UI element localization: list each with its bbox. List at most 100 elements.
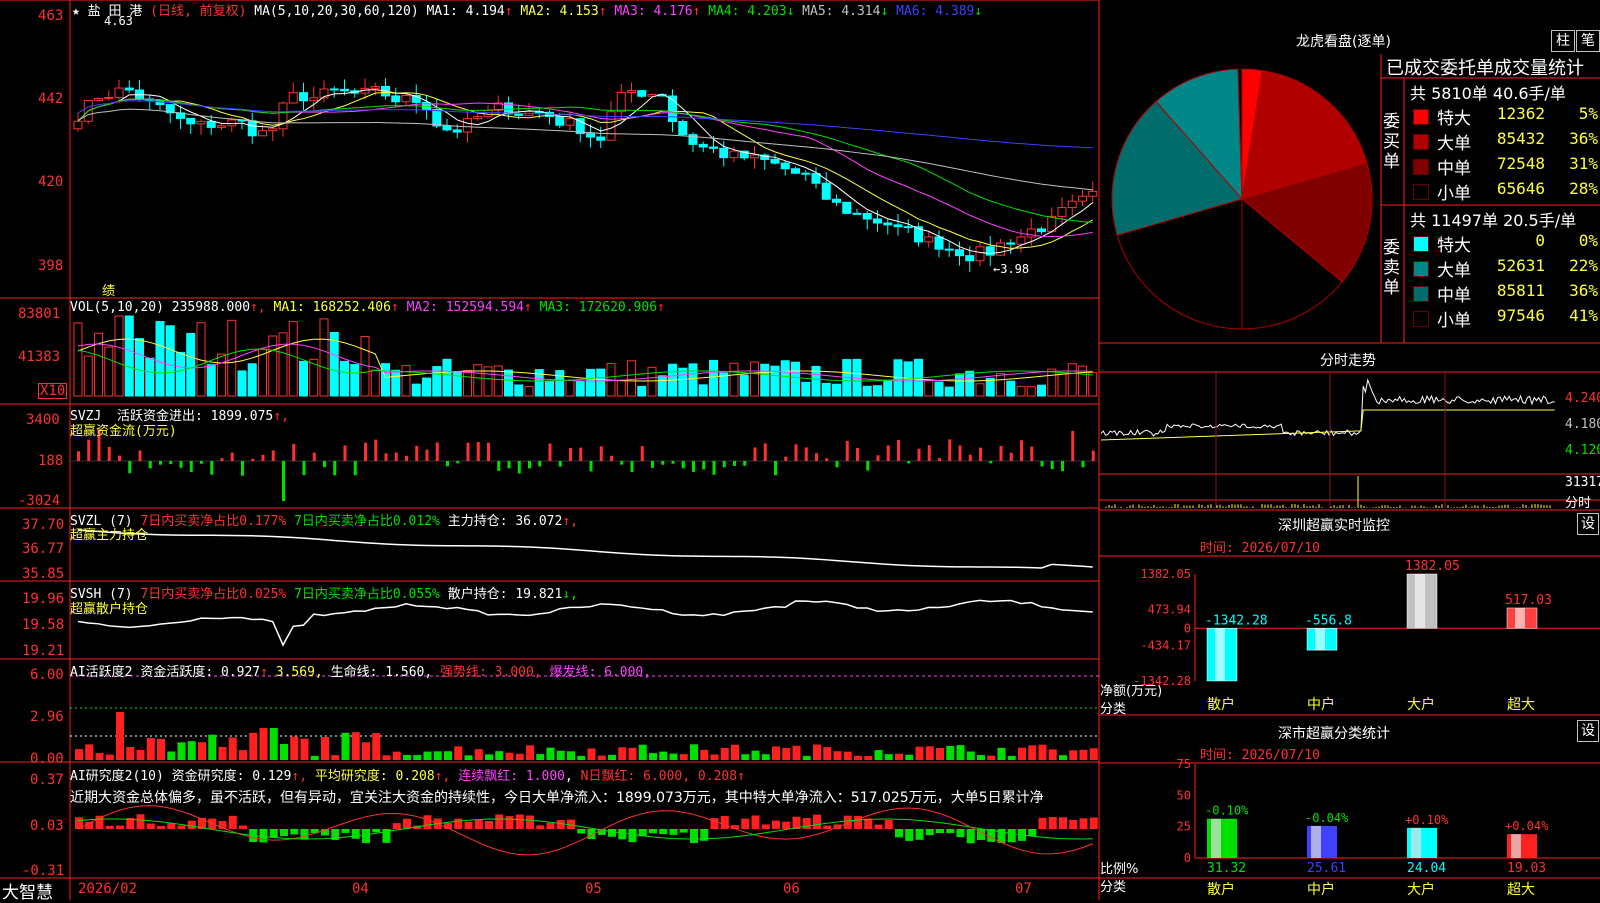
order-type: 大单 — [1437, 261, 1471, 281]
svzj-bar — [620, 461, 624, 465]
svzj-arrow: ↑, — [273, 409, 289, 424]
svzj-bar — [507, 461, 511, 469]
order-volume: 12362 — [1496, 104, 1545, 123]
activity-bar — [782, 747, 791, 760]
activity-bar — [864, 755, 873, 760]
volume-bar — [996, 373, 1005, 397]
volume-bar — [965, 370, 975, 397]
ai-research-axis-mid: 0.03 — [30, 818, 64, 834]
svzl-main-position: 主力持仓: 36.072 — [447, 514, 563, 529]
volume-bar — [678, 367, 688, 397]
volume-bar — [975, 383, 985, 397]
sz-monitor-settings-button[interactable]: 设 — [1577, 513, 1599, 535]
svzj-bar — [692, 461, 695, 472]
app-brand[interactable]: 大智慧 — [2, 878, 53, 903]
svzj-bar — [476, 441, 480, 461]
activity-bar — [659, 751, 668, 760]
bar-view-button[interactable]: 柱 — [1551, 30, 1575, 52]
svzj-bar — [333, 461, 337, 476]
volume-bar — [299, 360, 308, 397]
activity-bar — [915, 746, 924, 760]
svzj-bar — [968, 454, 972, 461]
candle-body — [965, 255, 975, 262]
research-bar — [423, 815, 432, 829]
sz-class-chart[interactable] — [1194, 764, 1600, 859]
svzj-bar — [261, 454, 265, 461]
performance-mark[interactable]: 绩 — [102, 280, 115, 299]
volume-bar — [862, 385, 872, 397]
volume-bar — [524, 386, 534, 397]
activity-bar — [167, 751, 176, 760]
activity-bar — [956, 745, 965, 760]
svzj-bar — [897, 439, 900, 461]
candle-body — [432, 108, 442, 127]
vol-unit-badge[interactable]: X10 — [38, 383, 68, 399]
svzj-bar — [528, 461, 531, 469]
svzj-bar — [87, 439, 91, 461]
svzj-bar — [589, 461, 593, 472]
vol-value: 235988.000 — [171, 300, 251, 315]
sz-class-settings-button[interactable]: 设 — [1577, 720, 1599, 742]
activity-bar — [485, 754, 493, 760]
ai-research-value: 资金研究度: 0.129 — [171, 769, 292, 784]
activity-bar — [813, 744, 821, 760]
volume-bar — [1067, 363, 1077, 397]
date-tick-0: 2026/02 — [78, 881, 138, 897]
candle-body — [678, 120, 688, 136]
candle-body — [719, 147, 729, 159]
candle-body — [821, 182, 831, 200]
svzj-bar — [220, 458, 224, 461]
tick-view-button[interactable]: 笔 — [1576, 30, 1600, 52]
research-bar — [372, 829, 381, 833]
svzj-bar — [374, 439, 378, 461]
ai-research-title: AI研究度2(10) — [70, 769, 164, 784]
svzj-bar — [517, 461, 521, 474]
volume-bar — [104, 346, 114, 397]
order-percent: 5% — [1578, 104, 1598, 123]
candle-body — [852, 212, 862, 215]
svzj-bar — [938, 458, 941, 461]
volume-bar — [1057, 373, 1067, 397]
ma-params: MA(5,10,20,30,60,120) — [254, 4, 419, 19]
svsh-axis-top: 19.96 — [22, 591, 65, 607]
activity-bar — [843, 751, 852, 760]
volume-bar — [73, 322, 83, 397]
svzj-bar — [364, 442, 367, 461]
research-bar — [1079, 818, 1088, 829]
date-tick-1: 04 — [352, 881, 369, 897]
candle-body — [124, 87, 134, 91]
bar-category-label: 散户 — [1207, 696, 1235, 713]
sz-class-xlabel: 分类 — [1100, 880, 1127, 895]
research-bar — [495, 814, 504, 829]
candle-body — [750, 154, 759, 159]
activity-bar — [362, 742, 370, 760]
candlesticks[interactable] — [73, 78, 1098, 272]
volume-bar — [329, 332, 339, 397]
bar-category-label: 大户 — [1407, 881, 1435, 898]
activity-bar — [597, 755, 606, 760]
sz-monitor-time: 时间: 2026/07/10 — [1200, 541, 1320, 556]
price-legend: ★ 盐 田 港 (日线, 前复权) MA(5,10,20,30,60,120) … — [72, 0, 982, 19]
legend-swatch — [1413, 236, 1429, 252]
candle-body — [463, 118, 472, 133]
svzj-bar — [1040, 461, 1044, 467]
volume-bar — [514, 384, 524, 397]
svzj-bar — [815, 453, 818, 461]
ai-research-last: 0.208 — [697, 769, 738, 784]
research-bar — [690, 829, 698, 844]
svzj-bar — [548, 443, 552, 461]
activity-bar — [1059, 755, 1067, 760]
candle-body — [596, 136, 606, 141]
star-icon[interactable]: ★ — [72, 4, 80, 19]
svzj-bar — [1071, 431, 1075, 461]
bar-highlight — [1311, 825, 1321, 858]
research-bar — [782, 821, 791, 829]
activity-bar — [177, 742, 186, 760]
intraday-avg-line — [1100, 409, 1555, 441]
chart-mode[interactable]: (日线, 前复权) — [150, 4, 246, 19]
bar-category-label: 超大 — [1507, 697, 1535, 713]
research-bar — [895, 829, 903, 838]
volume-bar — [821, 382, 831, 397]
bar-change-label: -0.10% — [1205, 804, 1249, 818]
bar-change-label: -0.04% — [1305, 811, 1349, 825]
